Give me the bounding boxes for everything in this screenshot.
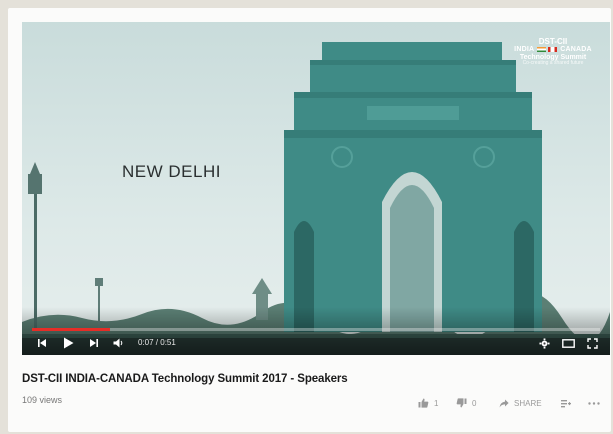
logo-india: INDIA [514, 46, 534, 54]
volume-button[interactable] [110, 335, 126, 351]
video-title: DST-CII INDIA-CANADA Technology Summit 2… [22, 373, 348, 385]
view-count: 109 views [22, 395, 63, 405]
play-icon [63, 337, 73, 349]
summit-logo: DST-CII INDIA CANADA Technology Summit C… [510, 37, 596, 67]
thumbs-down-icon [456, 398, 467, 408]
logo-canada: CANADA [560, 46, 592, 54]
progress-bar[interactable] [32, 328, 600, 331]
logo-line-1: DST-CII [538, 37, 568, 46]
share-button[interactable]: SHARE [499, 397, 542, 409]
gear-icon [538, 337, 550, 349]
dislike-count: 0 [472, 398, 477, 408]
dislike-button[interactable]: 0 [456, 397, 476, 409]
logo-line-4: Co-creating a shared future [522, 60, 584, 67]
time-display: 0:07 / 0:51 [138, 338, 176, 347]
canada-flag-icon [548, 47, 558, 53]
add-to-playlist-button[interactable] [561, 397, 571, 409]
next-button[interactable] [86, 335, 102, 351]
share-arrow-icon [499, 399, 509, 407]
video-caption: NEW DELHI [122, 162, 221, 181]
more-icon [588, 401, 600, 405]
thumbs-up-icon [418, 398, 429, 408]
volume-icon [113, 338, 122, 348]
like-count: 1 [434, 398, 439, 408]
settings-button[interactable] [536, 335, 552, 351]
more-actions-button[interactable] [588, 397, 600, 409]
video-frame [22, 22, 610, 355]
fullscreen-button[interactable] [584, 335, 600, 351]
like-button[interactable]: 1 [418, 397, 438, 409]
progress-bar-fill [32, 328, 110, 331]
skip-previous-icon [38, 339, 46, 347]
share-label: SHARE [514, 398, 542, 408]
play-button[interactable] [60, 335, 76, 351]
logo-line-2: INDIA CANADA [510, 46, 596, 53]
india-flag-icon [537, 47, 547, 53]
previous-button[interactable] [34, 335, 50, 351]
fullscreen-icon [586, 337, 598, 349]
theater-mode-button[interactable] [560, 335, 576, 351]
video-player[interactable]: NEW DELHI DST-CII INDIA CANADA Technolog… [22, 22, 610, 355]
skip-next-icon [90, 339, 98, 347]
theater-mode-icon [561, 338, 575, 348]
add-to-playlist-icon [561, 399, 571, 407]
